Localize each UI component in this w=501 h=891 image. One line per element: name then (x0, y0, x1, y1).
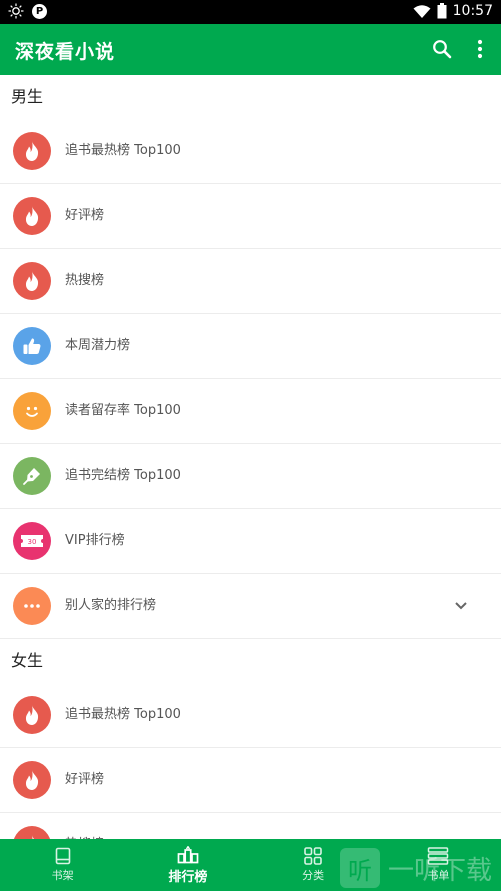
tab-label: 书单 (427, 869, 450, 882)
tab-bookshelf[interactable]: 书架 (0, 839, 125, 891)
list-item[interactable]: 追书最热榜 Top100 (0, 119, 501, 184)
list-item[interactable]: 30 VIP排行榜 (0, 509, 501, 574)
list-item[interactable]: 读者留存率 Top100 (0, 379, 501, 444)
list-item[interactable]: 本周潜力榜 (0, 314, 501, 379)
rank-icon-circle (13, 392, 51, 430)
category-grid-icon (304, 847, 322, 865)
bookshelf-icon (55, 847, 70, 865)
list-item-label: 别人家的排行榜 (65, 598, 157, 613)
section-title-male: 男生 (11, 87, 44, 106)
battery-icon (437, 3, 447, 19)
more-vert-icon[interactable] (472, 38, 488, 60)
list-item-label: 追书最热榜 Top100 (65, 707, 181, 722)
rank-icon-circle (13, 826, 51, 839)
list-item-label: VIP排行榜 (65, 533, 125, 548)
smiley-icon (26, 406, 38, 417)
bottom-nav: 书架 排行榜 分类 书单 (0, 839, 501, 891)
rank-icon-circle (13, 761, 51, 799)
list-item-label: 热搜榜 (65, 273, 105, 288)
rank-icon-circle (13, 262, 51, 300)
flame-icon (25, 271, 39, 291)
flame-icon (25, 770, 39, 790)
status-bar: P 10:57 (0, 0, 501, 24)
list-item-label: 热搜榜 (65, 813, 104, 839)
brightness-icon (8, 3, 24, 19)
list-item[interactable]: 追书最热榜 Top100 (0, 683, 501, 748)
rank-icon-circle (13, 696, 51, 734)
tab-ranking[interactable]: 排行榜 (125, 839, 250, 891)
tab-booklist[interactable]: 书单 (376, 839, 501, 891)
list-item[interactable]: 追书完结榜 Top100 (0, 444, 501, 509)
ticket-icon: 30 (21, 535, 43, 547)
notification-badge: P (32, 3, 47, 19)
ranking-icon (177, 845, 199, 863)
rank-icon-circle: 30 (13, 522, 51, 560)
booklist-icon (428, 847, 449, 865)
tab-category[interactable]: 分类 (251, 839, 376, 891)
flame-icon (25, 705, 39, 725)
rank-icon-circle (13, 132, 51, 170)
list-item-label: 本周潜力榜 (65, 338, 131, 353)
app-title: 深夜看小说 (15, 41, 116, 63)
wifi-icon (413, 4, 431, 18)
list-item-label: 追书最热榜 Top100 (65, 143, 181, 158)
rank-icon-circle (13, 587, 51, 625)
list-item-label: 好评榜 (65, 208, 105, 223)
pen-icon (23, 468, 40, 485)
ticket-value: 30 (28, 538, 37, 546)
list-item[interactable]: 好评榜 (0, 184, 501, 249)
flame-icon (25, 141, 39, 161)
list-item-label: 好评榜 (65, 772, 105, 787)
list-item-expandable[interactable]: 别人家的排行榜 (0, 574, 501, 639)
status-time: 10:57 (452, 3, 493, 19)
section-title-female: 女生 (11, 651, 44, 670)
tab-label: 分类 (302, 869, 325, 882)
thumbs-up-icon (23, 338, 41, 354)
rank-icon-circle (13, 457, 51, 495)
tab-label: 排行榜 (168, 869, 208, 885)
list-item-label: 追书完结榜 Top100 (65, 468, 181, 483)
list-item[interactable]: 热搜榜 (0, 813, 501, 839)
list-item[interactable]: 热搜榜 (0, 249, 501, 314)
app-bar: 深夜看小说 (0, 24, 501, 75)
list-item[interactable]: 好评榜 (0, 748, 501, 813)
rank-icon-circle (13, 197, 51, 235)
list-item-label: 读者留存率 Top100 (65, 403, 181, 418)
rank-icon-circle (13, 327, 51, 365)
search-icon[interactable] (432, 39, 452, 59)
flame-icon (25, 206, 39, 226)
dots-icon (24, 604, 40, 608)
chevron-down-icon[interactable] (454, 600, 468, 612)
ranking-list: 男生 追书最热榜 Top100 好评榜 热搜榜 本周潜力榜 读者留存率 Top1… (0, 75, 501, 839)
tab-label: 书架 (51, 869, 74, 882)
